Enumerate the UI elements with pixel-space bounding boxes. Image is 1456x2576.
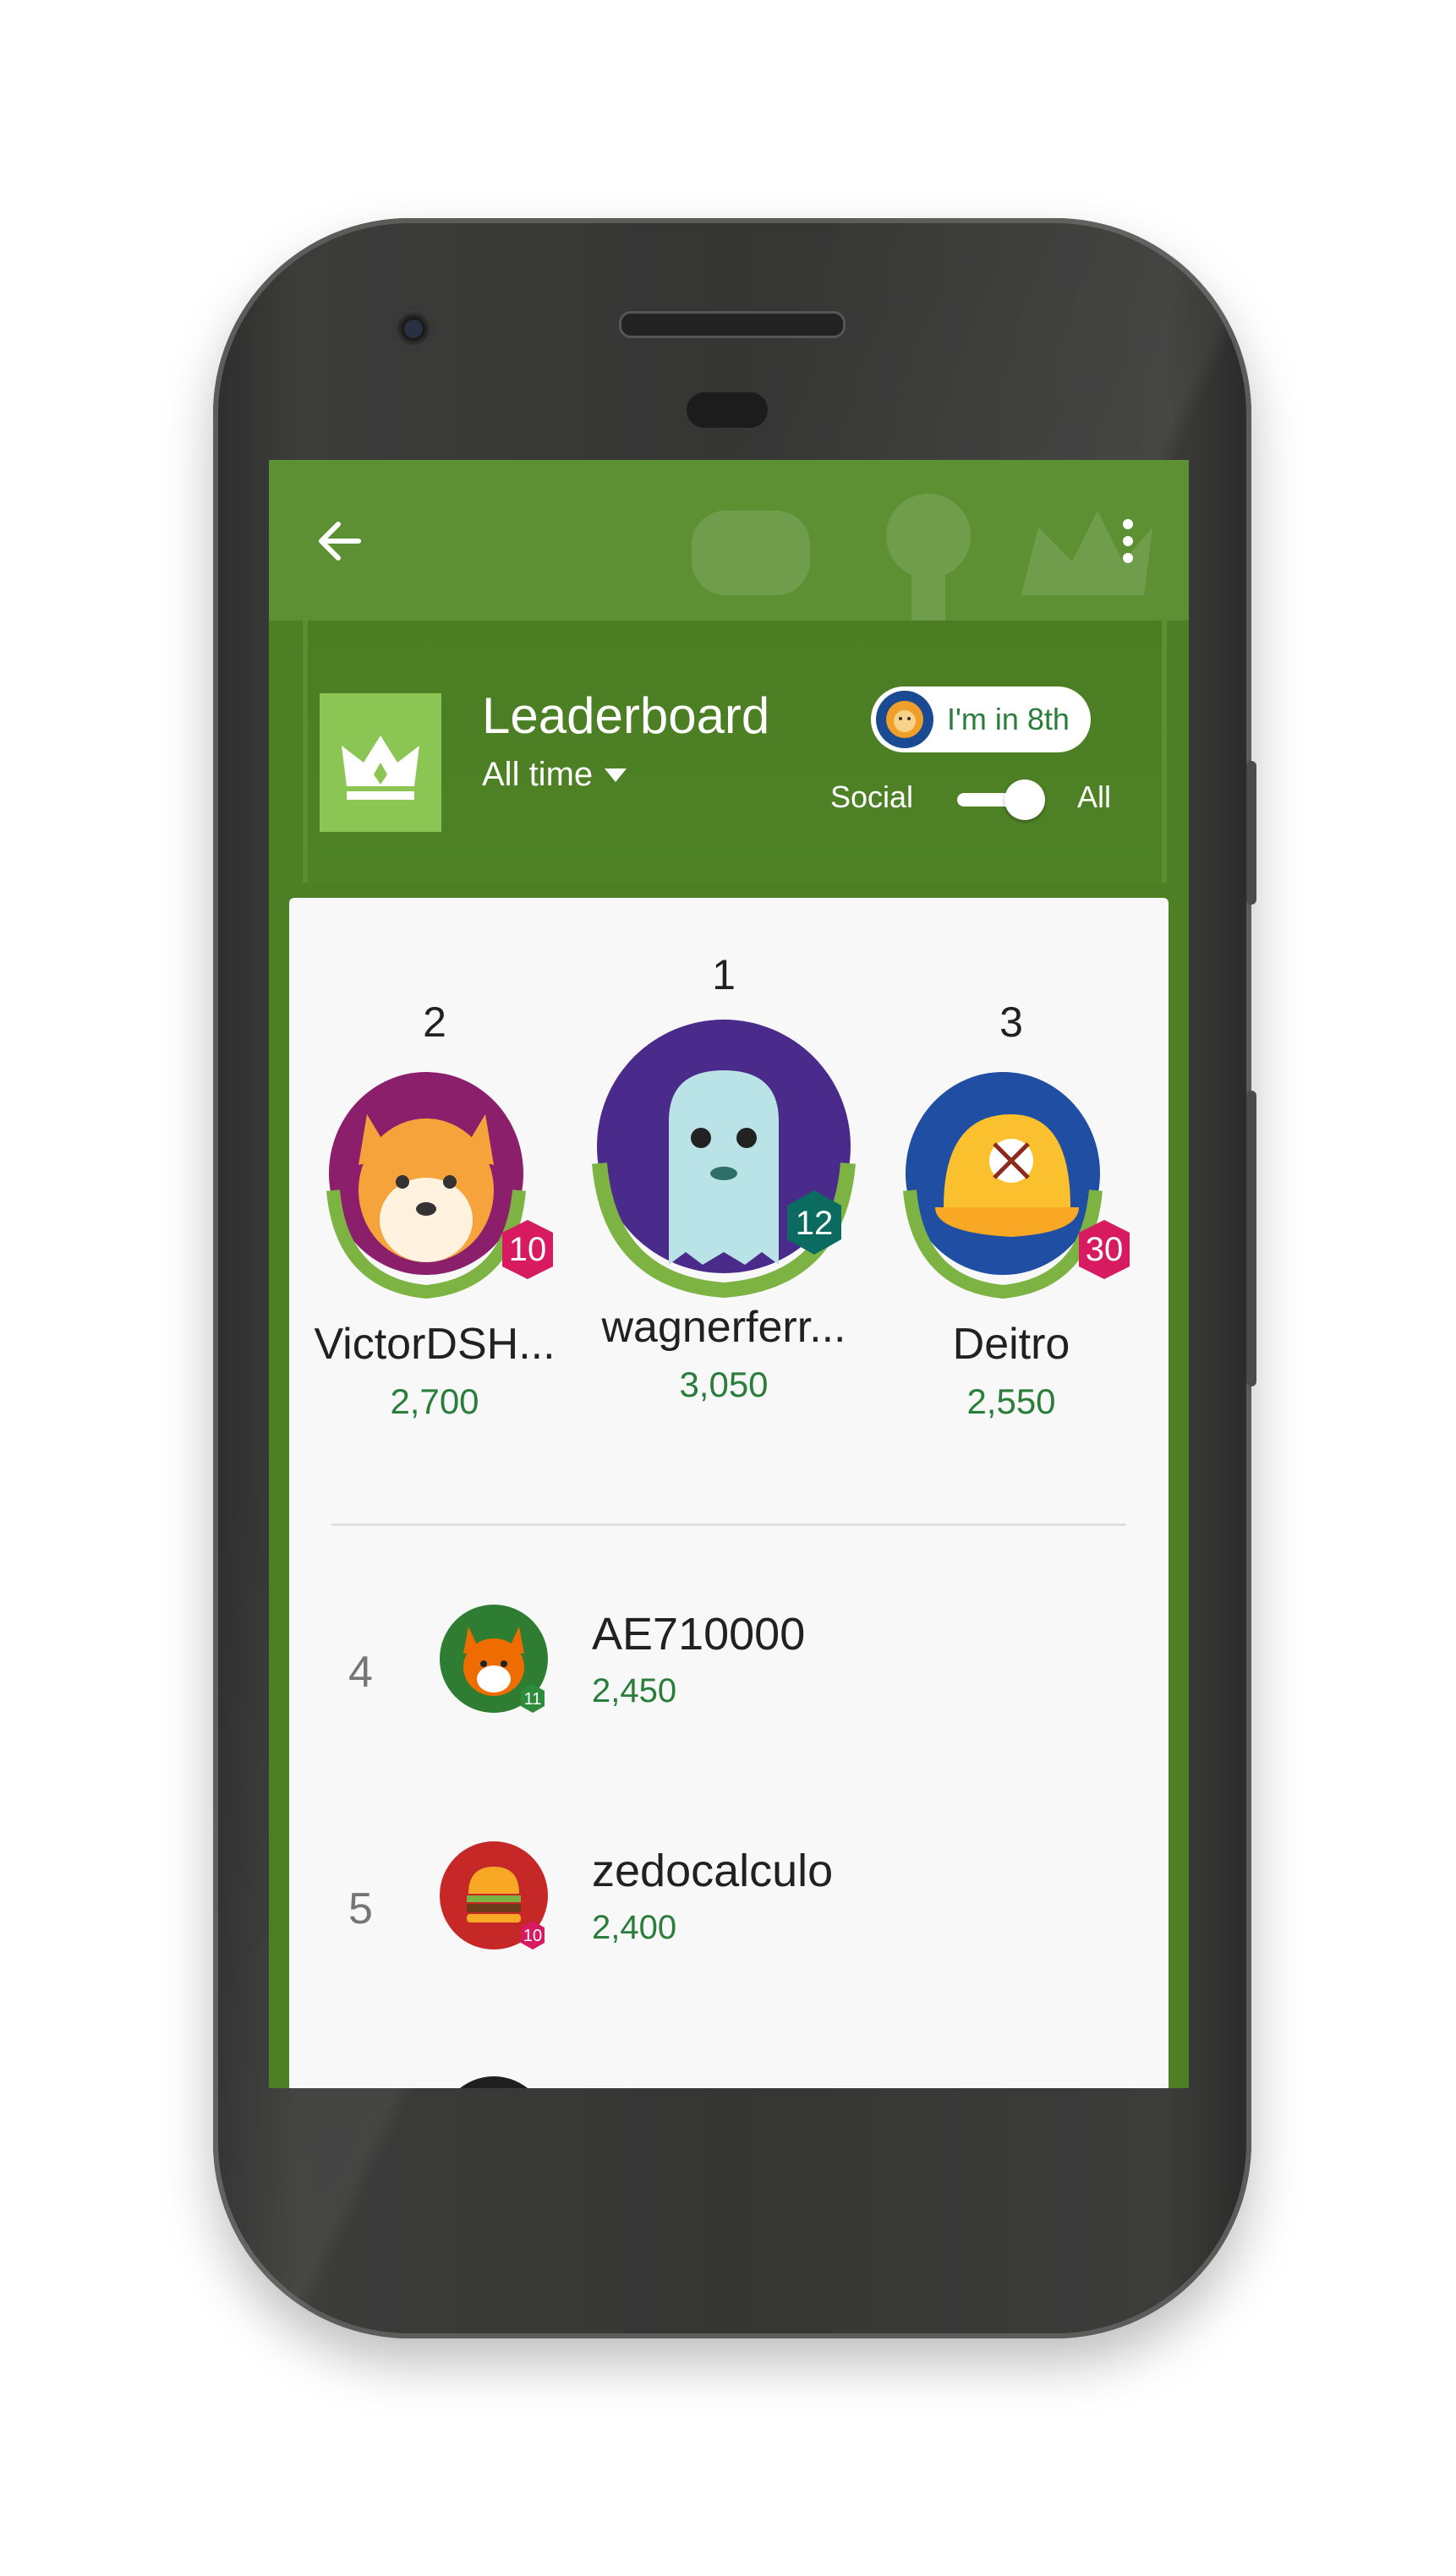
page-title: Leaderboard — [482, 687, 770, 744]
leaderboard-row[interactable]: 6 JhonyAredes88 — [289, 2063, 1169, 2088]
row-rank: 4 — [348, 1648, 373, 1697]
podium-score: 2,700 — [390, 1381, 479, 1421]
ghost-avatar: 12 — [592, 1020, 856, 1299]
podium-first[interactable]: 1 12 wagnerferr... 3,050 — [580, 898, 868, 1405]
social-all-toggle[interactable]: Social All — [830, 771, 1135, 822]
app-screen: Leaderboard All time I'm in 8th Social A… — [269, 460, 1189, 2088]
my-avatar — [876, 691, 933, 748]
level-badge: 10 — [523, 1927, 542, 1945]
baseball-cap-avatar: 30 — [903, 1072, 1130, 1299]
lion-icon — [886, 701, 923, 738]
power-button — [1246, 761, 1256, 905]
podium-name: VictorDSH... — [314, 1320, 556, 1369]
toggle-knob[interactable] — [1004, 779, 1045, 820]
leaderboard-row[interactable]: 5 10 zedocalculo 2,400 — [289, 1828, 1169, 1997]
row-score: 2,450 — [592, 1672, 677, 1709]
row-rank: 5 — [348, 1884, 373, 1933]
leaderboard-icon-tile — [320, 693, 441, 832]
crown-icon — [342, 736, 419, 800]
podium-name: Deitro — [952, 1320, 1070, 1369]
level-badge: 30 — [1086, 1231, 1124, 1268]
row-name: zedocalculo — [592, 1846, 834, 1896]
level-badge: 11 — [524, 1690, 542, 1709]
podium-second[interactable]: 2 10 VictorDSH... 2,700 — [289, 898, 580, 1422]
divider — [331, 1523, 1126, 1526]
row-name: AE710000 — [592, 1609, 806, 1660]
podium-score: 2,550 — [966, 1381, 1056, 1421]
proximity-sensor — [687, 392, 768, 428]
row-name: JhonyAredes88 — [592, 2080, 909, 2088]
my-rank-label: I'm in 8th — [947, 702, 1070, 736]
podium-place: 1 — [712, 951, 736, 998]
fox-avatar: 11 — [440, 1605, 548, 1713]
leaderboard-row[interactable]: 4 11 AE710000 2,450 — [289, 1591, 1169, 1760]
podium-place: 3 — [999, 998, 1023, 1046]
leaderboard-card: 2 10 VictorDSH... 2,700 1 12 wagnerferr.… — [289, 898, 1169, 2088]
podium-name: wagnerferr... — [601, 1303, 846, 1352]
podium-third[interactable]: 3 30 Deitro 2,550 — [868, 898, 1155, 1422]
background-decoration — [692, 494, 1152, 621]
back-arrow-icon[interactable] — [315, 516, 365, 566]
shiba-dog-avatar: 10 — [326, 1072, 553, 1299]
front-camera — [392, 308, 435, 350]
level-badge: 10 — [509, 1231, 547, 1268]
time-filter-label: All time — [482, 756, 594, 793]
podium-place: 2 — [423, 998, 446, 1046]
level-badge: 12 — [796, 1205, 834, 1242]
earpiece-speaker — [619, 311, 846, 338]
toggle-all-label: All — [1077, 779, 1112, 814]
my-rank-chip[interactable]: I'm in 8th — [871, 686, 1091, 752]
burger-avatar: 10 — [440, 1841, 548, 1950]
row-score: 2,400 — [592, 1909, 677, 1946]
podium-score: 3,050 — [679, 1365, 769, 1404]
dropdown-arrow-icon — [605, 768, 627, 782]
time-filter-dropdown[interactable]: All time — [482, 756, 627, 794]
app-bar — [269, 460, 1189, 621]
toggle-social-label: Social — [830, 779, 914, 814]
overflow-menu-icon[interactable] — [1119, 516, 1136, 566]
skull-avatar — [460, 2076, 528, 2088]
volume-button — [1246, 1091, 1256, 1386]
